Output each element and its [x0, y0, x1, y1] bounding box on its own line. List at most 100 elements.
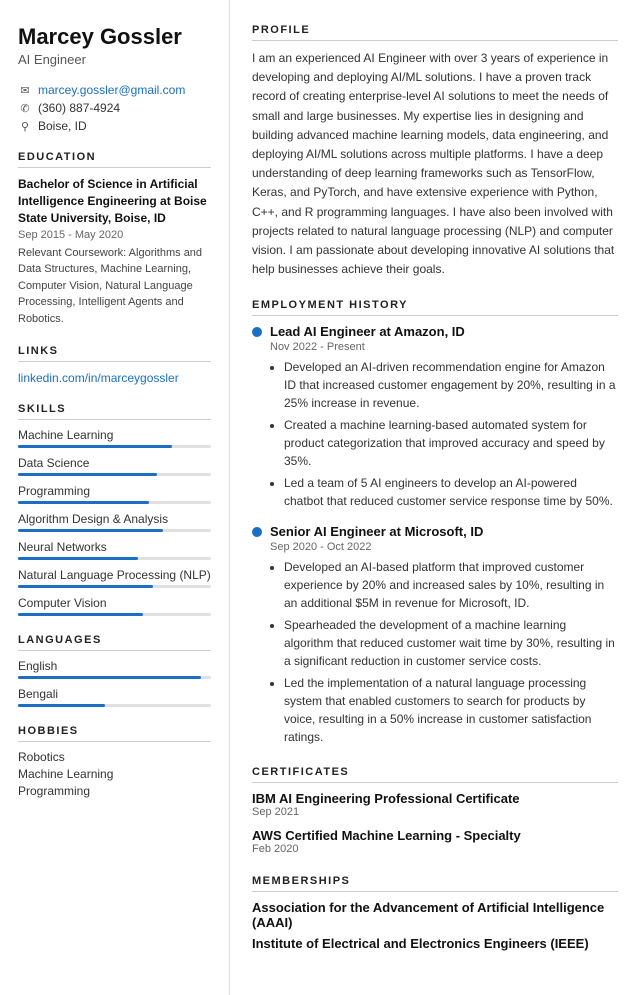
hobbies-section: HOBBIES Robotics Machine Learning Programm… — [18, 725, 211, 798]
skill-name: Data Science — [18, 456, 211, 470]
skills-list: Machine Learning Data Science Programmin… — [18, 428, 211, 616]
language-name: English — [18, 659, 211, 673]
skill-bar-fill — [18, 557, 138, 560]
certificates-section-title: CERTIFICATES — [252, 766, 618, 783]
contact-email: ✉ marcey.gossler@gmail.com — [18, 83, 211, 97]
cert-date: Feb 2020 — [252, 843, 618, 855]
job-bullet: Developed an AI-driven recommendation en… — [284, 358, 618, 412]
skill-item: Data Science — [18, 456, 211, 476]
skill-bar-fill — [18, 585, 153, 588]
cert-item: IBM AI Engineering Professional Certific… — [252, 791, 618, 818]
job-bullet: Led the implementation of a natural lang… — [284, 674, 618, 746]
language-item: Bengali — [18, 687, 211, 707]
skill-bar-fill — [18, 613, 143, 616]
language-bar-fill — [18, 704, 105, 707]
language-bar-bg — [18, 704, 211, 707]
skill-item: Programming — [18, 484, 211, 504]
job-dot — [252, 527, 262, 537]
skill-bar-fill — [18, 501, 149, 504]
resume-container: Marcey Gossler AI Engineer ✉ marcey.goss… — [0, 0, 640, 995]
job-item: Lead AI Engineer at Amazon, ID Nov 2022 … — [252, 324, 618, 510]
language-name: Bengali — [18, 687, 211, 701]
skill-bar-bg — [18, 613, 211, 616]
skill-name: Machine Learning — [18, 428, 211, 442]
cert-item: AWS Certified Machine Learning - Special… — [252, 828, 618, 855]
language-bar-fill — [18, 676, 201, 679]
cert-name: IBM AI Engineering Professional Certific… — [252, 791, 618, 806]
education-date: Sep 2015 - May 2020 — [18, 229, 211, 241]
skill-item: Machine Learning — [18, 428, 211, 448]
location-text: Boise, ID — [38, 119, 87, 133]
job-bullets: Developed an AI-based platform that impr… — [270, 558, 618, 746]
education-section-title: EDUCATION — [18, 151, 211, 168]
cert-date: Sep 2021 — [252, 806, 618, 818]
skill-bar-bg — [18, 501, 211, 504]
location-icon: ⚲ — [18, 119, 32, 133]
skill-bar-bg — [18, 585, 211, 588]
memberships-section: MEMBERSHIPS Association for the Advancem… — [252, 875, 618, 951]
email-link[interactable]: marcey.gossler@gmail.com — [38, 83, 185, 97]
languages-section: LANGUAGES English Bengali — [18, 634, 211, 707]
job-date: Nov 2022 - Present — [270, 341, 618, 353]
skill-item: Computer Vision — [18, 596, 211, 616]
education-section: EDUCATION Bachelor of Science in Artific… — [18, 151, 211, 327]
skill-bar-fill — [18, 445, 172, 448]
skill-item: Algorithm Design & Analysis — [18, 512, 211, 532]
job-header: Senior AI Engineer at Microsoft, ID — [252, 524, 618, 539]
education-coursework: Relevant Coursework: Algorithms and Data… — [18, 245, 211, 328]
phone-number: (360) 887-4924 — [38, 101, 120, 115]
hobby-item: Programming — [18, 784, 211, 798]
job-header: Lead AI Engineer at Amazon, ID — [252, 324, 618, 339]
skill-item: Natural Language Processing (NLP) — [18, 568, 211, 588]
job-bullet: Spearheaded the development of a machine… — [284, 616, 618, 670]
job-dot — [252, 327, 262, 337]
skill-name: Algorithm Design & Analysis — [18, 512, 211, 526]
phone-icon: ✆ — [18, 101, 32, 115]
email-icon: ✉ — [18, 83, 32, 97]
profile-text: I am an experienced AI Engineer with ove… — [252, 49, 618, 279]
linkedin-link-item: linkedin.com/in/marceygossler — [18, 370, 211, 385]
skill-name: Computer Vision — [18, 596, 211, 610]
hobby-item: Robotics — [18, 750, 211, 764]
languages-section-title: LANGUAGES — [18, 634, 211, 651]
job-date: Sep 2020 - Oct 2022 — [270, 541, 618, 553]
skill-bar-fill — [18, 529, 163, 532]
job-bullet: Led a team of 5 AI engineers to develop … — [284, 474, 618, 510]
skill-name: Neural Networks — [18, 540, 211, 554]
skill-bar-bg — [18, 473, 211, 476]
education-degree: Bachelor of Science in Artificial Intell… — [18, 176, 211, 226]
linkedin-link[interactable]: linkedin.com/in/marceygossler — [18, 371, 179, 385]
candidate-title: AI Engineer — [18, 52, 211, 67]
employment-section-title: EMPLOYMENT HISTORY — [252, 299, 618, 316]
skill-bar-bg — [18, 445, 211, 448]
memberships-section-title: MEMBERSHIPS — [252, 875, 618, 892]
jobs-list: Lead AI Engineer at Amazon, ID Nov 2022 … — [252, 324, 618, 746]
language-bar-bg — [18, 676, 211, 679]
job-item: Senior AI Engineer at Microsoft, ID Sep … — [252, 524, 618, 746]
job-bullets: Developed an AI-driven recommendation en… — [270, 358, 618, 510]
job-bullet: Developed an AI-based platform that impr… — [284, 558, 618, 612]
skill-bar-bg — [18, 529, 211, 532]
skill-bar-bg — [18, 557, 211, 560]
contact-info: ✉ marcey.gossler@gmail.com ✆ (360) 887-4… — [18, 83, 211, 133]
links-section-title: LINKS — [18, 345, 211, 362]
hobby-item: Machine Learning — [18, 767, 211, 781]
cert-name: AWS Certified Machine Learning - Special… — [252, 828, 618, 843]
job-title-main: Senior AI Engineer at Microsoft, ID — [270, 524, 483, 539]
skills-section-title: SKILLS — [18, 403, 211, 420]
skill-item: Neural Networks — [18, 540, 211, 560]
hobbies-section-title: HOBBIES — [18, 725, 211, 742]
job-title-main: Lead AI Engineer at Amazon, ID — [270, 324, 465, 339]
contact-phone: ✆ (360) 887-4924 — [18, 101, 211, 115]
skill-name: Programming — [18, 484, 211, 498]
sidebar: Marcey Gossler AI Engineer ✉ marcey.goss… — [0, 0, 230, 995]
certificates-section: CERTIFICATES IBM AI Engineering Professi… — [252, 766, 618, 855]
membership-item: Institute of Electrical and Electronics … — [252, 936, 618, 951]
skills-section: SKILLS Machine Learning Data Science Pro… — [18, 403, 211, 616]
profile-section: PROFILE I am an experienced AI Engineer … — [252, 24, 618, 279]
contact-location: ⚲ Boise, ID — [18, 119, 211, 133]
skill-bar-fill — [18, 473, 157, 476]
candidate-name: Marcey Gossler — [18, 24, 211, 50]
certs-list: IBM AI Engineering Professional Certific… — [252, 791, 618, 855]
skill-name: Natural Language Processing (NLP) — [18, 568, 211, 582]
